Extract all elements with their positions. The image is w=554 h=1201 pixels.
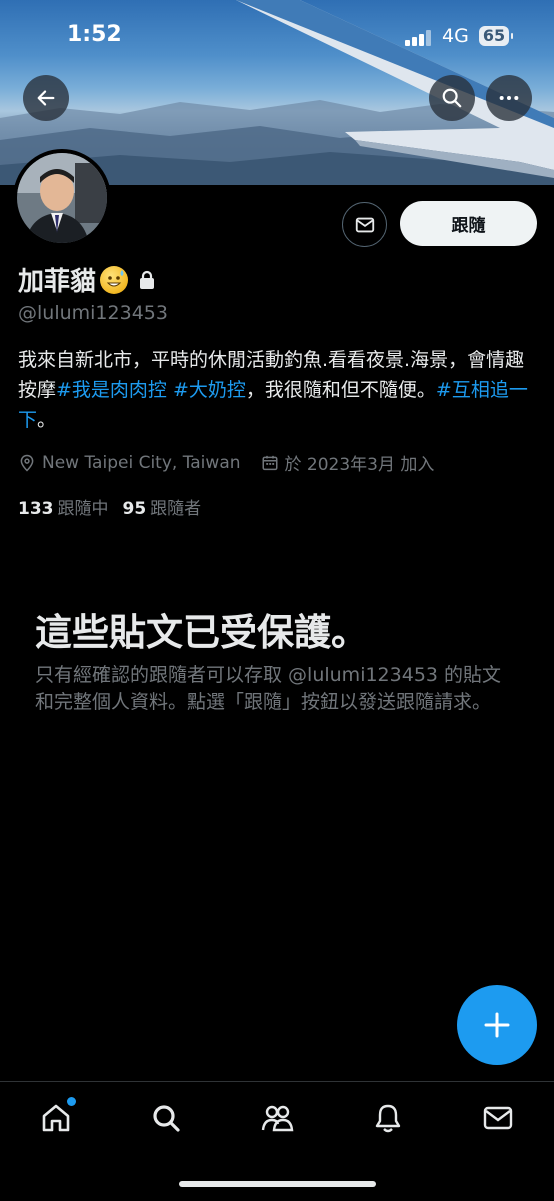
following-label: 跟隨中 — [57, 499, 109, 519]
back-arrow-icon — [37, 90, 55, 106]
battery-indicator: 65 — [479, 26, 513, 46]
follow-counts: 133 跟隨中 95 跟隨者 — [18, 494, 201, 519]
signal-icon — [405, 30, 431, 46]
communities-icon — [261, 1105, 294, 1132]
grinning-sweat-emoji-icon — [100, 265, 129, 294]
network-type: 4G — [442, 25, 469, 47]
profile-name-row: 加菲貓 — [18, 261, 156, 298]
search-icon — [153, 1105, 180, 1132]
back-button[interactable] — [23, 75, 69, 121]
notifications-icon — [375, 1104, 401, 1133]
home-indicator — [179, 1181, 376, 1187]
profile-meta: New Taipei City, Taiwan 於 2023年3月 加入 — [18, 450, 454, 475]
profile-handle: @lulumi123453 — [18, 302, 168, 324]
home-icon — [42, 1104, 70, 1132]
bio-text: 。 — [37, 409, 57, 431]
search-icon — [442, 88, 462, 108]
following-link[interactable]: 133 跟隨中 — [18, 499, 109, 519]
message-button[interactable] — [342, 202, 387, 247]
search-button[interactable] — [429, 75, 475, 121]
protected-description: 只有經確認的跟隨者可以存取 @lulumi123453 的貼文和完整個人資料。點… — [35, 664, 502, 713]
tab-messages[interactable] — [476, 1096, 520, 1140]
follow-button[interactable]: 跟隨 — [400, 201, 537, 246]
followers-label: 跟隨者 — [150, 499, 202, 519]
location-pin-icon — [20, 454, 34, 472]
profile-bio: 我來自新北市，平時的休閒活動釣魚.看看夜景.海景，會情趣按摩#我是肉肉控 #大奶… — [18, 345, 538, 435]
status-time: 1:52 — [67, 22, 122, 47]
bio-text: ，我很隨和但不隨便。 — [245, 379, 436, 401]
hashtag-link[interactable]: #大奶控 — [173, 379, 246, 401]
profile-avatar[interactable] — [13, 149, 111, 247]
compose-button[interactable] — [457, 985, 537, 1065]
plus-icon — [484, 1012, 510, 1038]
tab-communities[interactable] — [255, 1096, 299, 1140]
location-text: New Taipei City, Taiwan — [42, 452, 241, 473]
more-button[interactable] — [486, 75, 532, 121]
followers-link[interactable]: 95 跟隨者 — [123, 499, 202, 519]
location-item: New Taipei City, Taiwan — [18, 453, 241, 473]
lock-icon — [140, 270, 155, 289]
joined-text: 於 2023年3月 加入 — [284, 455, 435, 475]
mail-icon — [355, 217, 374, 232]
protected-title: 這些貼文已受保護。 — [35, 611, 368, 654]
more-icon — [499, 95, 519, 101]
calendar-icon — [262, 455, 278, 470]
tab-notifications[interactable] — [366, 1096, 410, 1140]
joined-item: 於 2023年3月 加入 — [261, 450, 435, 475]
status-bar: 1:52 4G 65 — [0, 0, 554, 75]
followers-count: 95 — [122, 499, 147, 519]
hashtag-link[interactable]: #我是肉肉控 — [56, 379, 167, 401]
avatar-photo — [17, 153, 107, 243]
display-name: 加菲貓 — [18, 267, 97, 297]
following-count: 133 — [18, 499, 54, 519]
messages-icon — [483, 1106, 513, 1130]
tab-home[interactable] — [34, 1096, 78, 1140]
tab-search[interactable] — [144, 1096, 188, 1140]
notification-dot — [67, 1097, 76, 1106]
